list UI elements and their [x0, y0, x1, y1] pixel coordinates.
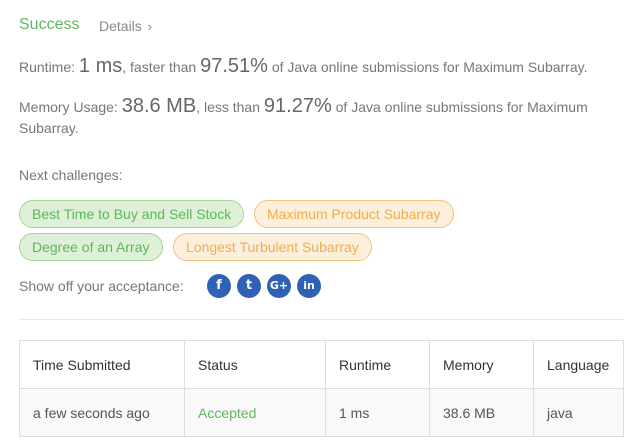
memory-percent: 91.27%: [263, 95, 332, 117]
runtime-suffix: of Java online submissions for Maximum S…: [271, 59, 588, 75]
challenge-best-time-to-buy-and-sell-stock[interactable]: Best Time to Buy and Sell Stock: [19, 200, 245, 228]
runtime-summary: Runtime: 1 ms, faster than 97.51% of Jav…: [19, 55, 587, 78]
chevron-right-icon: ›: [147, 19, 153, 34]
cell-runtime: 1 ms: [325, 388, 430, 437]
details-label: Details: [99, 18, 142, 34]
twitter-icon[interactable]: t: [237, 274, 261, 298]
challenge-maximum-product-subarray[interactable]: Maximum Product Subarray: [254, 200, 454, 228]
memory-label: Memory Usage:: [19, 99, 118, 115]
runtime-label: Runtime:: [19, 59, 76, 75]
share-label: Show off your acceptance:: [19, 278, 184, 294]
header-language[interactable]: Language: [533, 340, 624, 389]
divider: [19, 319, 624, 320]
memory-value: 38.6 MB: [121, 95, 197, 117]
linkedin-icon[interactable]: in: [297, 274, 321, 298]
details-link[interactable]: Details ›: [99, 18, 152, 34]
runtime-percent: 97.51%: [200, 55, 268, 77]
table-row: a few seconds ago Accepted 1 ms 38.6 MB …: [19, 388, 624, 437]
submissions-table: Time Submitted Status Runtime Memory Lan…: [19, 340, 624, 437]
cell-time-submitted: a few seconds ago: [19, 388, 185, 437]
status-link[interactable]: Accepted: [184, 388, 326, 437]
result-status: Success: [19, 16, 80, 33]
header-status[interactable]: Status: [184, 340, 326, 389]
cell-language: java: [533, 388, 624, 437]
runtime-faster-text: , faster than: [122, 59, 197, 75]
cell-memory: 38.6 MB: [429, 388, 534, 437]
table-header-row: Time Submitted Status Runtime Memory Lan…: [19, 340, 624, 389]
memory-summary: Memory Usage: 38.6 MB, less than 91.27% …: [19, 96, 619, 139]
memory-less-text: , less than: [196, 99, 261, 115]
header-memory[interactable]: Memory: [429, 340, 534, 389]
next-challenges-label: Next challenges:: [19, 167, 123, 183]
header-runtime[interactable]: Runtime: [325, 340, 430, 389]
header-time-submitted[interactable]: Time Submitted: [19, 340, 185, 389]
challenge-longest-turbulent-subarray[interactable]: Longest Turbulent Subarray: [173, 233, 372, 261]
challenge-degree-of-an-array[interactable]: Degree of an Array: [19, 233, 163, 261]
google-plus-icon[interactable]: G+: [267, 274, 291, 298]
runtime-value: 1 ms: [78, 55, 123, 77]
facebook-icon[interactable]: f: [207, 274, 231, 298]
